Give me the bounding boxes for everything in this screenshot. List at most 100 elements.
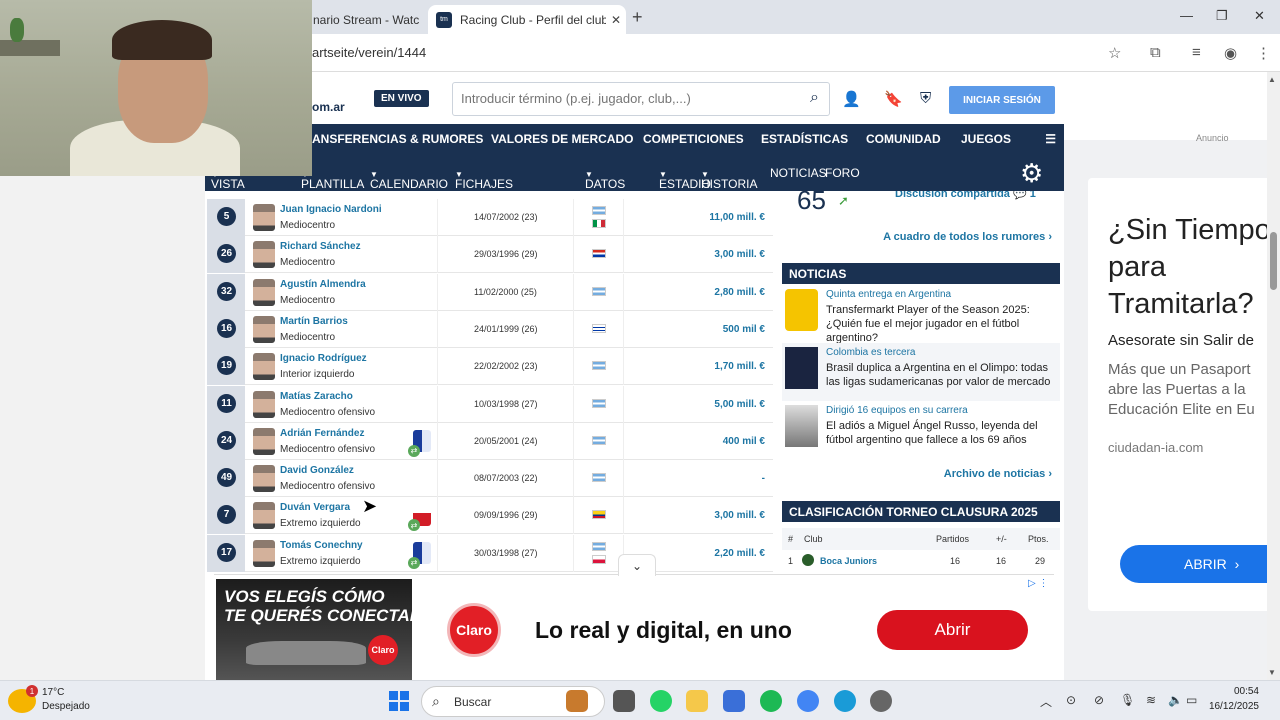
player-row[interactable]: 16 Martín Barrios Mediocentro 24/01/1999 (2…: [207, 310, 773, 348]
player-name-link[interactable]: Ignacio Rodríguez: [280, 353, 367, 364]
player-row[interactable]: 26 Richard Sánchez Mediocentro 29/03/1996 (…: [207, 236, 773, 274]
news-archive-link[interactable]: Archivo de noticias ›: [944, 468, 1052, 480]
news-category[interactable]: Colombia es tercera: [826, 347, 915, 358]
news-item[interactable]: Quinta entrega en Argentina Transfermark…: [782, 285, 1060, 345]
clock-time[interactable]: 00:54: [1213, 686, 1259, 697]
gear-icon[interactable]: ⚙: [1020, 158, 1043, 189]
player-name-link[interactable]: Richard Sánchez: [280, 241, 361, 252]
market-value[interactable]: 5,00 mill. €: [714, 399, 765, 410]
weather-status[interactable]: Despejado: [42, 701, 90, 712]
url-text[interactable]: artseite/verein/1444: [312, 45, 426, 60]
player-photo[interactable]: [253, 278, 275, 306]
collapse-ad-chevron-icon[interactable]: ⌄: [618, 554, 656, 576]
news-item[interactable]: Dirigió 16 equipos en su carrera El adió…: [782, 401, 1060, 459]
file-explorer-icon[interactable]: [686, 690, 708, 712]
player-photo[interactable]: [253, 427, 275, 455]
standings-row[interactable]: 1 Boca Juniors 16 16 29: [782, 550, 1060, 572]
club-name[interactable]: Boca Juniors: [820, 556, 877, 566]
market-value[interactable]: 500 mil €: [723, 324, 765, 335]
ad-open-button[interactable]: ABRIR ›: [1120, 545, 1280, 583]
player-name-link[interactable]: Matías Zaracho: [280, 391, 353, 402]
bottom-ad-banner[interactable]: VOS ELEGÍS CÓMO TE QUERÉS CONECTAR Claro…: [214, 574, 1054, 681]
player-photo[interactable]: [253, 465, 275, 493]
player-row[interactable]: 24 Adrián Fernández Mediocentro ofensivo ⇄ 2…: [207, 422, 773, 460]
bookmark-icon[interactable]: 🔖: [884, 90, 903, 108]
player-name-link[interactable]: Duván Vergara: [280, 502, 350, 513]
player-name-link[interactable]: Tomás Conechny: [280, 540, 363, 551]
player-photo[interactable]: [253, 353, 275, 381]
news-category[interactable]: Dirigió 16 equipos en su carrera: [826, 405, 968, 416]
spotify-icon[interactable]: [760, 690, 782, 712]
maximize-icon[interactable]: ❐: [1216, 8, 1228, 24]
wifi-icon[interactable]: ≋: [1146, 693, 1156, 707]
player-name-link[interactable]: Juan Ignacio Nardoni: [280, 204, 382, 215]
profile-icon[interactable]: ◉: [1224, 44, 1237, 62]
minimize-icon[interactable]: —: [1180, 8, 1193, 23]
news-category[interactable]: Quinta entrega en Argentina: [826, 289, 951, 300]
adchoices-icon[interactable]: ▷ ⋮: [1028, 578, 1048, 589]
subnav-news[interactable]: NOTICIAS: [770, 166, 827, 180]
player-row[interactable]: 11 Matías Zaracho Mediocentro ofensivo 10/0…: [207, 385, 773, 423]
player-search-icon[interactable]: 👤: [842, 90, 861, 108]
battery-icon[interactable]: ▭: [1186, 693, 1197, 707]
news-title[interactable]: Transfermarkt Player of the Season 2025:…: [826, 303, 1056, 345]
player-name-link[interactable]: Adrián Fernández: [280, 428, 364, 439]
subnav-transfers[interactable]: FICHAJES Y RUMORES ▼: [455, 166, 516, 219]
news-title[interactable]: El adiós a Miguel Ángel Russo, leyenda d…: [826, 419, 1056, 447]
player-row[interactable]: 19 Ignacio Rodríguez Interior izquierdo 22/…: [207, 348, 773, 386]
app-icon[interactable]: [870, 690, 892, 712]
clock-date[interactable]: 16/12/2025: [1199, 701, 1259, 712]
search-input[interactable]: [461, 91, 791, 106]
site-logo[interactable]: om.ar: [312, 100, 345, 114]
bookmark-star-icon[interactable]: ☆: [1108, 44, 1121, 62]
tray-app-icon[interactable]: ⊘: [1094, 693, 1104, 707]
player-name-link[interactable]: Martín Barrios: [280, 316, 348, 327]
shield-icon[interactable]: ⛨: [920, 90, 931, 107]
edge-icon[interactable]: [834, 690, 856, 712]
news-item[interactable]: Colombia es tercera Brasil duplica a Arg…: [782, 343, 1060, 401]
nav-transfers[interactable]: ANSFERENCIAS & RUMORES: [312, 132, 483, 146]
player-photo[interactable]: [253, 390, 275, 418]
player-name-link[interactable]: David González: [280, 465, 354, 476]
volume-icon[interactable]: 🔈: [1168, 693, 1183, 707]
ad-abrir-button[interactable]: Abrir: [877, 610, 1028, 650]
subnav-calendar[interactable]: CALENDARIO ▼: [370, 166, 448, 191]
player-photo[interactable]: [253, 241, 275, 269]
market-value[interactable]: 11,00 mill. €: [709, 212, 765, 223]
whatsapp-icon[interactable]: [650, 690, 672, 712]
subnav-history[interactable]: HISTORIA ▼: [701, 166, 757, 191]
player-photo[interactable]: [253, 502, 275, 530]
task-view-icon[interactable]: [613, 690, 635, 712]
menu-kebab-icon[interactable]: ⋮: [1256, 44, 1271, 62]
nav-competitions[interactable]: COMPETICIONES: [643, 132, 744, 146]
player-row[interactable]: 7 Duván Vergara Extremo izquierdo ⇄ 09/09/19…: [207, 497, 773, 535]
media-icon[interactable]: ≡: [1192, 44, 1201, 61]
subnav-data[interactable]: DATOS ▼: [585, 166, 625, 191]
market-value[interactable]: 3,00 mill. €: [714, 510, 765, 521]
hamburger-menu-icon[interactable]: ☰: [1045, 132, 1056, 146]
live-badge[interactable]: EN VIVO: [374, 90, 429, 107]
player-row[interactable]: 49 David González Mediocentro ofensivo 08/0…: [207, 460, 773, 498]
browser-tab-active[interactable]: tm Racing Club - Perfil del club | Tr ✕: [428, 5, 626, 34]
market-value[interactable]: 2,20 mill. €: [714, 548, 765, 559]
nav-community[interactable]: COMUNIDAD: [866, 132, 941, 146]
scroll-up-icon[interactable]: ▲: [1268, 75, 1276, 84]
temperature[interactable]: 17°C: [42, 687, 64, 698]
close-tab-icon[interactable]: ✕: [606, 13, 626, 27]
market-value[interactable]: 3,00 mill. €: [714, 249, 765, 260]
windows-start-icon[interactable]: [389, 691, 409, 711]
extensions-icon[interactable]: ⧉: [1150, 44, 1161, 61]
scroll-down-icon[interactable]: ▼: [1268, 668, 1276, 677]
market-value[interactable]: 1,70 mill. €: [714, 361, 765, 372]
microphone-icon[interactable]: 🎙: [1120, 693, 1135, 707]
browser-tab[interactable]: nario Stream - Watc: [305, 5, 425, 34]
new-tab-icon[interactable]: +: [632, 7, 643, 28]
subnav-stadium[interactable]: ESTADIO ▼: [659, 166, 711, 191]
page-scrollbar[interactable]: [1267, 72, 1280, 680]
store-icon[interactable]: [723, 690, 745, 712]
tray-app-icon[interactable]: ⊙: [1066, 693, 1076, 707]
rumor-discussion-link[interactable]: Discusión compartida 💬 1: [895, 191, 1036, 200]
login-button[interactable]: INICIAR SESIÓN: [949, 86, 1055, 114]
all-rumors-link[interactable]: A cuadro de todos los rumores ›: [883, 231, 1052, 243]
player-photo[interactable]: [253, 315, 275, 343]
